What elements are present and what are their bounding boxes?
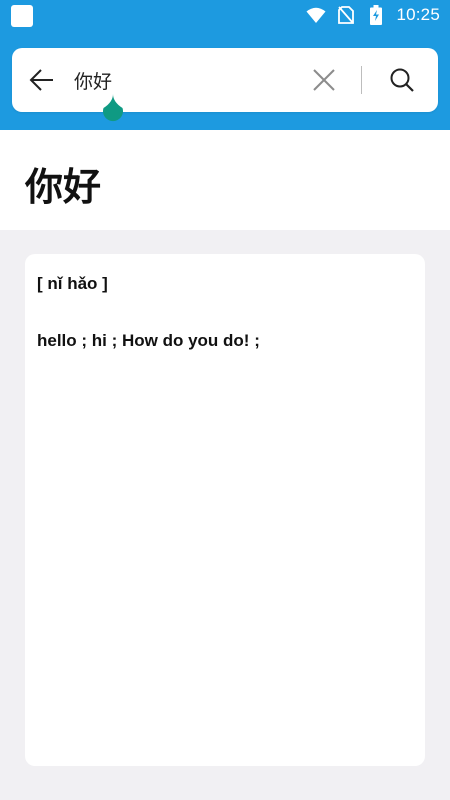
back-button[interactable] [22, 60, 62, 100]
word-title: 你好 [25, 165, 102, 209]
top-app-bar: 10:25 [0, 0, 450, 130]
text-cursor-handle[interactable] [100, 94, 126, 122]
word-header: 你好 [0, 130, 450, 230]
search-icon [390, 68, 414, 92]
back-arrow-icon [29, 69, 53, 91]
result-card: [ nǐ hǎo ] hello ; hi ; How do you do! ; [25, 254, 425, 766]
definition-text: hello ; hi ; How do you do! ; [37, 331, 260, 350]
dictionary-app: 10:25 你好 你好 [nǐ hǎo] hello ; hi ; How … [0, 0, 450, 800]
status-bar: 10:25 [0, 0, 450, 30]
app-notification-icon [11, 5, 33, 27]
no-sim-icon [336, 5, 356, 25]
status-right-group: 10:25 [306, 0, 440, 30]
pinyin-text: [ nǐ hǎo ] [37, 274, 108, 293]
search-button[interactable] [382, 60, 422, 100]
clear-button[interactable] [304, 60, 344, 100]
search-bar [12, 48, 438, 112]
status-time: 10:25 [396, 5, 440, 24]
search-input[interactable] [72, 62, 292, 98]
search-divider [361, 66, 362, 94]
close-icon [313, 69, 335, 91]
wifi-icon [306, 5, 326, 25]
battery-charging-icon [366, 5, 386, 25]
